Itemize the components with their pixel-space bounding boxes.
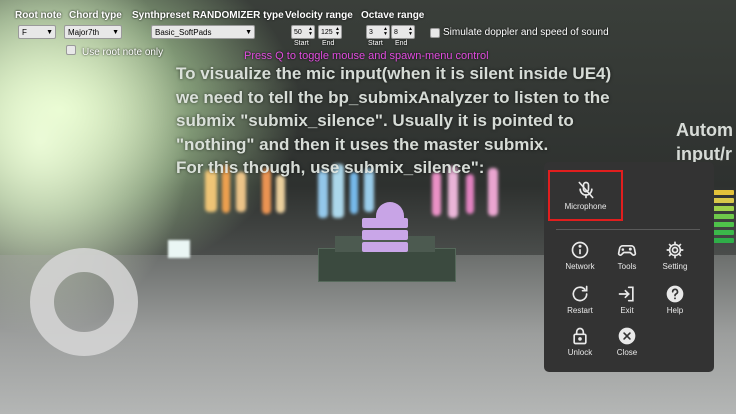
octave-start-caption: Start	[368, 40, 383, 47]
toggle-hint: Press Q to toggle mouse and spawn-menu c…	[244, 50, 489, 62]
instruction-line: submix "submix_silence". Usually it is p…	[176, 111, 574, 130]
gamepad-icon	[617, 245, 637, 256]
root-note-label: Root note	[15, 10, 62, 21]
microphone-item[interactable]: Microphone	[554, 180, 617, 220]
exit-icon	[618, 286, 634, 302]
menu-divider	[556, 229, 700, 230]
tools-label: Tools	[617, 262, 637, 271]
virtual-joystick[interactable]	[30, 248, 138, 356]
octave-range-label: Octave range	[361, 10, 425, 21]
synthpreset-label: Synthpreset RANDOMIZER type	[132, 10, 284, 21]
platform	[318, 248, 456, 282]
velocity-start-caption: Start	[294, 40, 309, 47]
octave-start-value: 3	[369, 29, 373, 36]
simulate-doppler-checkbox[interactable]	[430, 28, 440, 38]
velocity-start-value: 50	[294, 29, 302, 36]
bright-box	[168, 240, 190, 258]
light-pillar	[466, 174, 474, 214]
velocity-end-caption: End	[322, 40, 335, 47]
setting-button[interactable]: Setting	[650, 240, 700, 280]
simulate-doppler-label: Simulate doppler and speed of sound	[443, 27, 609, 38]
chord-type-label: Chord type	[69, 10, 122, 21]
velocity-range-label: Velocity range	[285, 10, 353, 21]
close-button[interactable]: Close	[602, 326, 652, 366]
right-sign: Autom input/r	[676, 118, 733, 166]
microphone-label: Microphone	[564, 202, 607, 211]
stack-block	[362, 230, 408, 240]
level-meter	[712, 190, 734, 250]
restart-button[interactable]: Restart	[555, 284, 605, 324]
velocity-end-value: 125	[321, 29, 333, 36]
close-icon	[618, 327, 636, 345]
spinner-icon[interactable]: ▲ ▼	[408, 27, 413, 37]
velocity-end-input[interactable]: 125 ▲ ▼	[318, 25, 342, 39]
unlock-label: Unlock	[567, 348, 593, 357]
dome-object	[376, 202, 404, 220]
exit-button[interactable]: Exit	[602, 284, 652, 324]
chord-type-value: Major7th	[68, 28, 100, 37]
synthpreset-value: Basic_SoftPads	[155, 28, 212, 37]
help-label: Help	[666, 306, 684, 315]
chevron-down-icon: ▼	[46, 29, 53, 36]
root-note-select[interactable]: F ▼	[18, 25, 56, 39]
spinner-icon[interactable]: ▲ ▼	[383, 27, 388, 37]
unlock-button[interactable]: Unlock	[555, 326, 605, 366]
instruction-line: "nothing" and then it uses the master su…	[176, 134, 549, 154]
network-button[interactable]: Network	[555, 240, 605, 280]
instruction-line: To visualize the mic input(when it is si…	[176, 64, 612, 83]
info-icon	[571, 241, 589, 259]
use-root-note-only-label: Use root note only	[82, 47, 164, 58]
chevron-down-icon: ▼	[245, 29, 252, 36]
gear-icon	[666, 241, 684, 259]
chord-type-select[interactable]: Major7th ▼	[64, 25, 122, 39]
root-note-value: F	[22, 28, 27, 37]
synthpreset-select[interactable]: Basic_SoftPads ▼	[151, 25, 255, 39]
setting-label: Setting	[662, 262, 688, 271]
velocity-start-input[interactable]: 50 ▲ ▼	[291, 25, 315, 39]
right-sign-line: Autom	[676, 120, 733, 140]
stack-block	[362, 242, 408, 252]
restart-label: Restart	[567, 306, 593, 315]
octave-end-caption: End	[395, 40, 408, 47]
lock-icon	[573, 327, 587, 345]
close-label: Close	[616, 348, 638, 357]
help-icon	[666, 285, 684, 303]
instruction-line: we need to tell the bp_submixAnalyzer to…	[176, 87, 610, 107]
spinner-icon[interactable]: ▲ ▼	[335, 27, 340, 37]
microphone-button[interactable]: Microphone	[548, 170, 623, 221]
help-button[interactable]: Help	[650, 284, 700, 324]
restart-icon	[572, 285, 588, 302]
use-root-note-only-checkbox[interactable]	[66, 45, 76, 55]
spinner-icon[interactable]: ▲ ▼	[308, 27, 313, 37]
light-pillar	[276, 175, 285, 213]
octave-start-input[interactable]: 3 ▲ ▼	[366, 25, 390, 39]
microphone-muted-icon	[578, 181, 593, 199]
octave-end-input[interactable]: 8 ▲ ▼	[391, 25, 415, 39]
chevron-down-icon: ▼	[112, 29, 119, 36]
network-label: Network	[565, 262, 595, 271]
tools-button[interactable]: Tools	[602, 240, 652, 280]
octave-end-value: 8	[394, 29, 398, 36]
exit-label: Exit	[620, 306, 634, 315]
